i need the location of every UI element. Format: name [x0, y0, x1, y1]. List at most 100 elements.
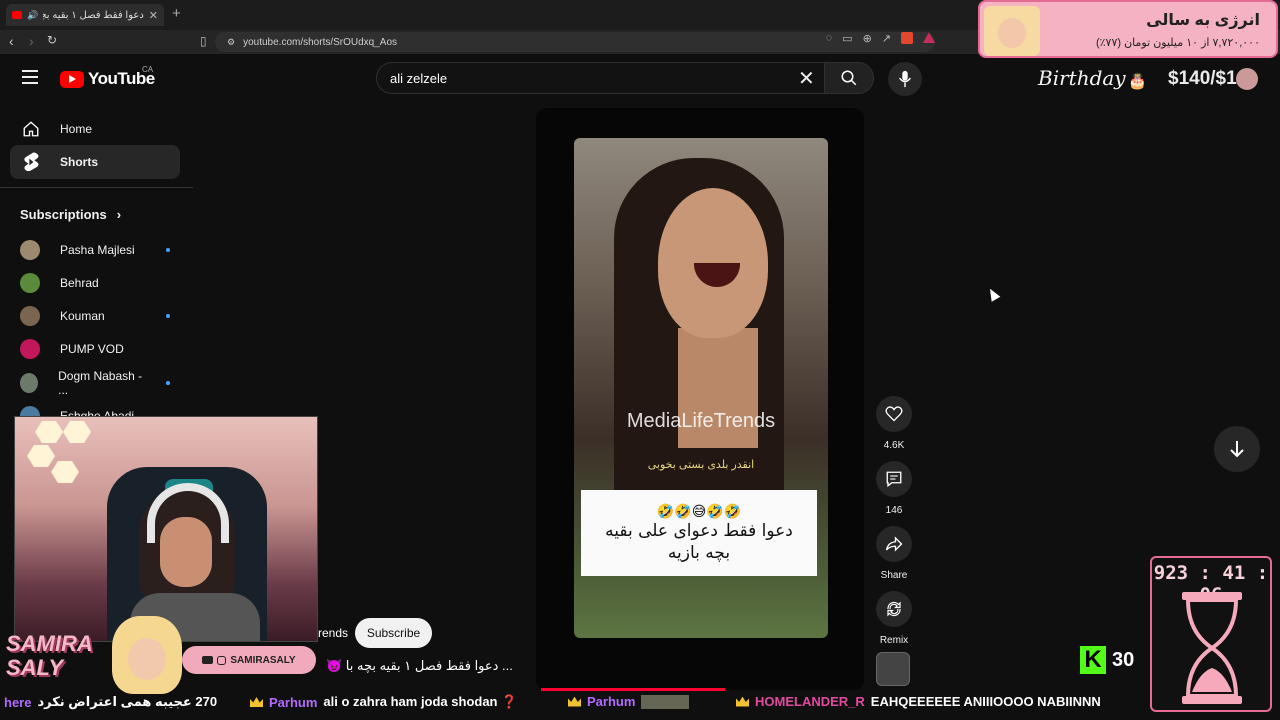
audio-thumbnail[interactable] — [876, 652, 910, 686]
rewards-icon[interactable] — [923, 32, 935, 43]
youtube-logo[interactable]: YouTube CA — [60, 65, 155, 89]
comment-button[interactable] — [876, 461, 912, 497]
emote-image — [641, 694, 690, 709]
caption-emojis: 🤣🤣😅🤣🤣 — [656, 502, 742, 519]
site-info-icon[interactable]: ⚙ — [227, 37, 235, 48]
ticker-user: Parhum — [269, 694, 318, 710]
remix-action[interactable]: Remix — [876, 591, 912, 646]
url-text: youtube.com/shorts/SrOUdxq_Aos — [243, 36, 398, 48]
kick-logo-icon: K — [1080, 646, 1106, 674]
hourglass-icon — [1182, 592, 1242, 704]
reload-icon[interactable]: ↻ — [47, 33, 57, 47]
back-icon[interactable]: ‹ — [9, 33, 14, 49]
next-short-button[interactable] — [1214, 426, 1260, 472]
new-content-dot — [166, 248, 170, 252]
subscriptions-label: Subscriptions — [20, 207, 107, 222]
short-title[interactable]: ... دعوا فقط فصل ۱ بقیه بچه با 👿 — [326, 658, 526, 674]
share-page-icon[interactable]: ↗ — [882, 32, 891, 45]
video-progress-bar[interactable] — [541, 688, 725, 691]
channel-avatar — [20, 240, 40, 260]
microphone-icon — [899, 70, 911, 88]
subscriptions-header[interactable]: Subscriptions › — [20, 207, 121, 222]
subathon-timer: 923 : 41 : 06 — [1150, 556, 1272, 712]
remix-icon — [887, 601, 901, 617]
new-tab-button[interactable]: + — [172, 5, 181, 22]
search-button[interactable] — [824, 62, 874, 94]
sidebar-item-home[interactable]: Home — [10, 112, 180, 146]
comment-count: 146 — [885, 505, 903, 516]
cake-icon: 🎂 — [1128, 73, 1147, 90]
viewer-count: 30 — [1112, 648, 1135, 671]
ticker-message: 270 عجیبه همی اعتراض نکرد — [37, 694, 218, 709]
search-input[interactable]: ali zelzele — [376, 62, 824, 94]
webcam-overlay — [14, 416, 318, 642]
home-icon — [23, 121, 39, 137]
channel-avatar — [20, 339, 40, 359]
close-tab-icon[interactable]: ✕ — [149, 9, 158, 22]
share-action[interactable]: Share — [876, 526, 912, 581]
donation-goal-widget: انرژی به سالی ۷,۷۲۰,۰۰۰ از ۱۰ میلیون توم… — [978, 0, 1278, 58]
audio-source-action[interactable] — [876, 652, 912, 686]
speaker-icon[interactable]: 🔊 — [27, 10, 38, 21]
share-icon — [885, 536, 903, 552]
channel-name: Pasha Majlesi — [60, 243, 135, 257]
sidebar-item-shorts[interactable]: Shorts — [10, 145, 180, 179]
hexagon-light — [35, 421, 63, 443]
cast-icon[interactable]: ▭ — [842, 32, 852, 45]
search-icon — [841, 70, 857, 86]
subscription-item[interactable]: PUMP VOD — [20, 338, 170, 360]
sidebar-item-label: Home — [60, 122, 93, 136]
birthday-goal-label: Birthday — [1038, 66, 1126, 90]
like-count: 4.6K — [883, 440, 905, 451]
short-video[interactable]: MediaLifeTrends انقدر بلدی بستی بخوبی 🤣🤣… — [574, 138, 828, 638]
subscribe-button[interactable]: Subscribe — [355, 618, 432, 648]
country-code: CA — [142, 65, 154, 74]
like-action[interactable]: 4.6K — [876, 396, 912, 451]
ticker-user: Parhum — [587, 694, 636, 709]
avatar — [1236, 68, 1258, 90]
crown-icon — [736, 696, 749, 707]
hamburger-menu-icon[interactable] — [22, 70, 38, 84]
streamer-mascot — [112, 616, 182, 694]
forward-icon[interactable]: › — [29, 33, 34, 49]
subscription-item[interactable]: Pasha Majlesi — [20, 239, 170, 261]
ticker-message: ali o zahra ham joda shodan ❓ — [323, 694, 518, 709]
channel-name: Kouman — [60, 309, 105, 323]
channel-name: Behrad — [60, 276, 99, 290]
streamer-name-line1: SAMIRA — [6, 631, 93, 656]
subscription-item[interactable]: Kouman — [20, 305, 170, 327]
kick-viewer-count: K 30 — [1080, 646, 1134, 674]
share-button[interactable] — [876, 526, 912, 562]
zoom-icon[interactable]: ⊕ — [863, 32, 872, 45]
youtube-favicon-icon — [12, 11, 22, 19]
voice-search-button[interactable] — [888, 62, 922, 96]
video-caption-card: 🤣🤣😅🤣🤣 دعوا فقط دعوای علی بقیه بچه بازیه — [581, 490, 817, 576]
address-actions: ◌ ▭ ⊕ ↗ — [826, 32, 935, 45]
ticker-item: Parhum — [568, 694, 690, 709]
remix-label: Remix — [879, 635, 909, 646]
sidebar-divider — [0, 187, 193, 188]
bookmark-icon[interactable]: ▯ — [200, 34, 207, 48]
chevron-right-icon: › — [116, 207, 122, 222]
brave-shield-icon[interactable] — [901, 32, 913, 44]
comment-action[interactable]: 146 — [876, 461, 912, 516]
remix-button[interactable] — [876, 591, 912, 627]
eye-off-icon[interactable]: ◌ — [826, 32, 833, 45]
channel-name-fragment[interactable]: rends — [318, 626, 348, 640]
ticker-item: Parhum ali o zahra ham joda shodan ❓ — [250, 694, 517, 710]
avatar — [984, 6, 1040, 56]
subscription-item[interactable]: Behrad — [20, 272, 170, 294]
youtube-icon — [202, 656, 214, 664]
clear-search-icon[interactable]: ✕ — [798, 66, 815, 91]
birthday-goal-amount: $140/$1 — [1168, 68, 1237, 89]
subscription-item[interactable]: Dogm Nabash - ... — [20, 369, 170, 397]
crown-icon — [250, 697, 263, 707]
channel-avatar — [20, 306, 40, 326]
hexagon-light — [51, 461, 79, 483]
like-button[interactable] — [876, 396, 912, 432]
video-subtitle: انقدر بلدی بستی بخوبی — [647, 459, 755, 471]
caption-line-2: بچه بازیه — [667, 542, 731, 563]
new-content-dot — [166, 381, 170, 385]
browser-tab[interactable]: 🔊 دعوا فقط فصل ۱ بقیه بچه با 👿 ✕ — [6, 4, 164, 26]
arrow-down-icon — [1230, 441, 1244, 458]
